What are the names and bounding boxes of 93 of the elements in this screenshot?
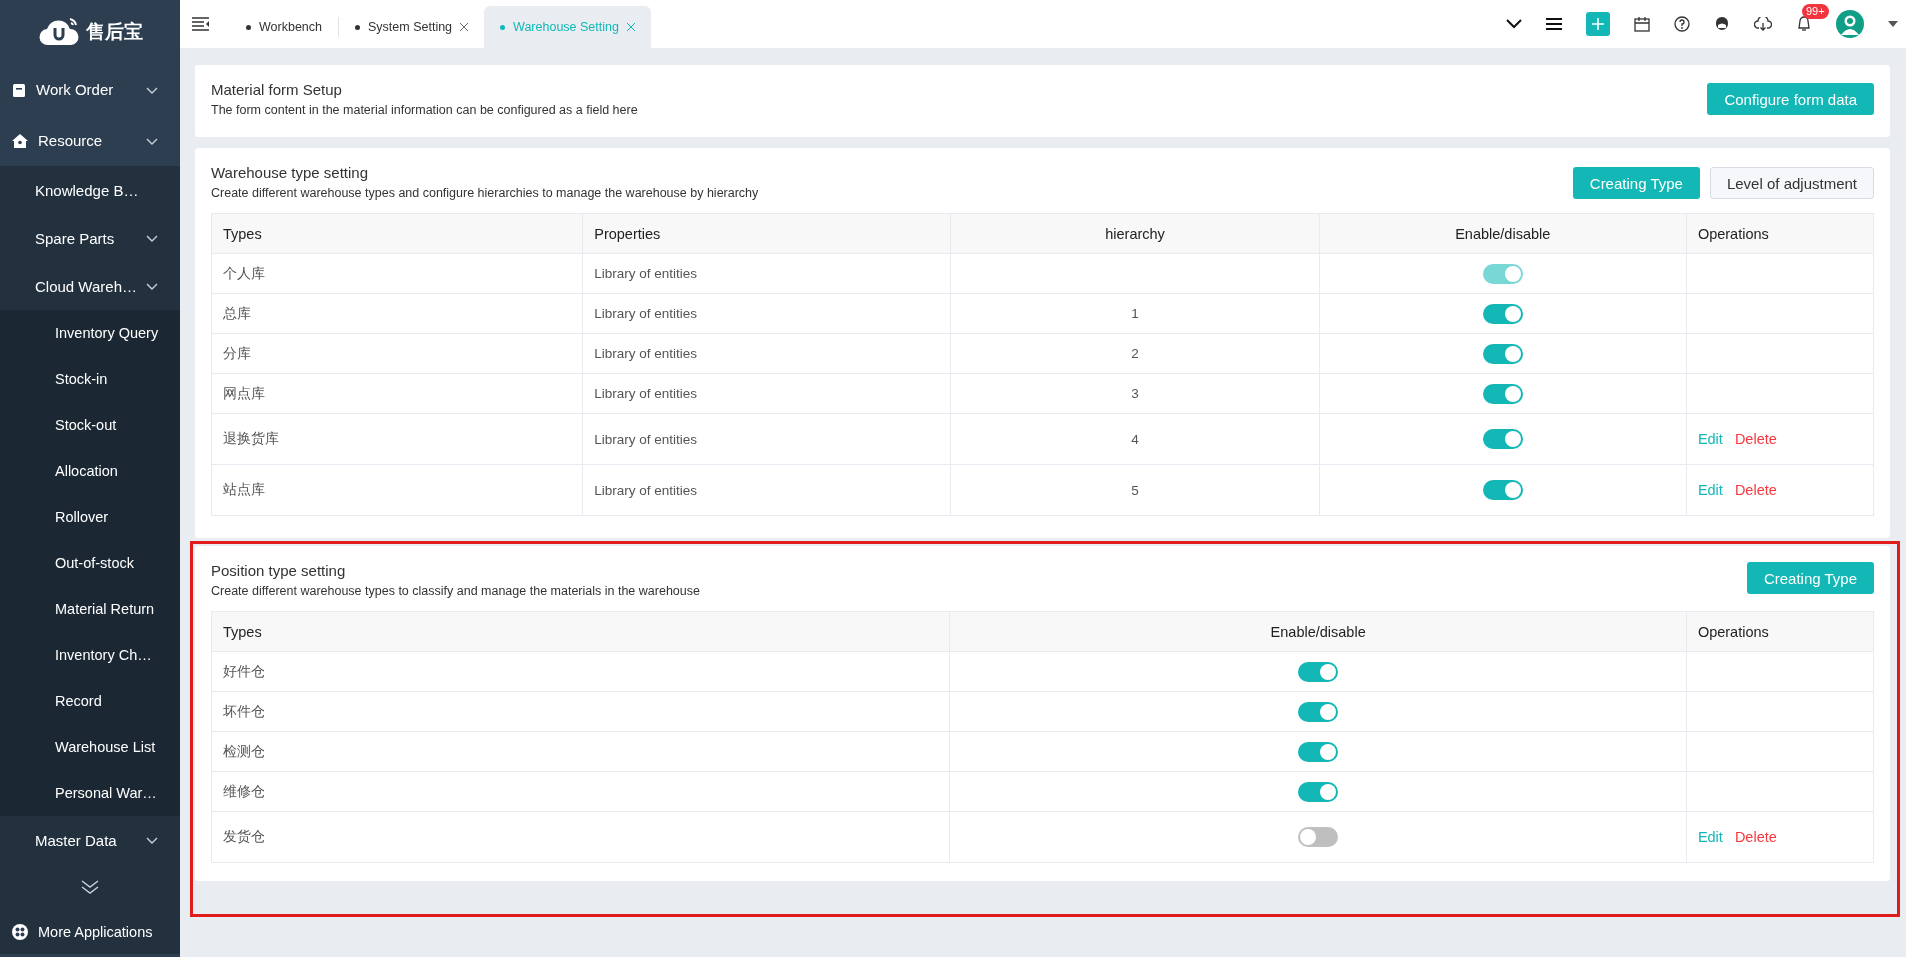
table-cell: 站点库 [212,465,584,516]
table-cell: 维修仓 [212,772,951,812]
table-cell: Library of entities [583,294,952,334]
row-action-link[interactable]: Delete [1734,829,1777,845]
section-description: The form content in the material information can be configured as a field here [211,103,638,117]
toggle-switch[interactable] [1482,383,1523,404]
logo-text: 售后宝 [85,20,143,44]
clipboard-icon [12,82,26,97]
double-chevron-down-icon[interactable] [81,880,99,894]
table-cell: 好件仓 [212,652,951,692]
table-cell: 4 [951,414,1320,465]
table-cell: 分库 [212,334,584,374]
sidebar-item[interactable]: Resource [0,115,180,166]
sidebar-item[interactable]: Spare Parts [0,214,180,262]
person-head-icon[interactable] [1714,16,1730,32]
more-applications-item[interactable]: More Applications [0,910,180,954]
section-description: Create different warehouse types to classify and manage the materials in the warehouse [211,584,700,598]
table-cell: Library of entities [583,254,952,294]
table-cell: 5 [951,465,1320,516]
tab[interactable]: System Setting [339,6,485,48]
table-cell: 坏件仓 [212,692,951,732]
table-cell: 个人库 [212,254,584,294]
action-button[interactable]: Level of adjustment [1709,167,1874,199]
sidebar-item[interactable]: Inventory Ch… [0,632,180,678]
toggle-switch[interactable] [1298,701,1339,722]
table-cell: Library of entities [583,334,952,374]
column-header: hierarchy [951,214,1320,254]
column-header: Properties [583,214,952,254]
section-description: Create different warehouse types and configure hierarchies to manage the warehouse by hierarchy [211,186,759,200]
sidebar-item[interactable]: Inventory Query [0,310,180,356]
column-header: Operations [1686,214,1874,254]
table-cell: 发货仓 [212,812,951,863]
sidebar-item[interactable]: Personal War… [0,770,180,816]
help-icon[interactable] [1674,16,1690,32]
toggle-switch[interactable] [1482,343,1523,364]
cloud-download-icon[interactable] [1754,17,1772,31]
sidebar-item[interactable]: Warehouse List [0,724,180,770]
sidebar-item[interactable]: Knowledge B… [0,166,180,214]
sidebar-item[interactable]: Cloud Wareh… [0,262,180,310]
sidebar-item[interactable]: Allocation [0,448,180,494]
row-action-link[interactable]: Delete [1734,431,1777,447]
avatar-icon[interactable] [1836,10,1864,38]
chevron-down-icon [146,837,158,844]
section-title: Material form Setup [211,81,343,98]
sidebar-item[interactable]: Work Order [0,64,180,115]
column-header: Types [212,612,951,652]
column-header: Enable/disable [1319,214,1687,254]
chevron-down-icon [146,235,158,242]
sidebar-item[interactable]: Rollover [0,494,180,540]
bell-icon[interactable] [1796,16,1812,32]
sidebar-item[interactable]: Material Return [0,586,180,632]
chevron-down-icon[interactable] [1506,19,1522,29]
toggle-switch[interactable] [1298,827,1339,847]
table-cell: Library of entities [583,465,952,516]
toggle-switch[interactable] [1298,661,1339,682]
column-header: Enable/disable [950,612,1687,652]
table-cell: Library of entities [583,414,952,465]
add-icon[interactable] [1586,12,1610,36]
notification-badge: 99+ [1802,4,1829,19]
sidebar-item[interactable]: Record [0,678,180,724]
toggle-switch[interactable] [1482,480,1523,500]
chevron-down-icon [146,86,158,94]
sidebar-item[interactable]: Out-of-stock [0,540,180,586]
table-cell: 退换货库 [212,414,584,465]
table-cell: 3 [951,374,1320,414]
table-cell: 网点库 [212,374,584,414]
column-header: Types [212,214,584,254]
sidebar-item[interactable]: Stock-in [0,356,180,402]
column-header: Operations [1686,612,1874,652]
caret-down-icon[interactable] [1888,21,1898,27]
table-cell: 2 [951,334,1320,374]
close-icon[interactable] [460,23,469,31]
section-title: Position type setting [211,562,347,579]
table-cell: 检测仓 [212,732,951,772]
sidebar-item[interactable]: Stock-out [0,402,180,448]
calendar-icon[interactable] [1634,16,1650,32]
toggle-switch[interactable] [1298,741,1339,762]
chevron-down-icon [146,283,158,290]
house-icon [12,133,28,148]
chevron-down-icon [146,137,158,145]
table-cell: 1 [951,294,1320,334]
sidebar-item[interactable]: Master Data [0,816,180,864]
section-title: Warehouse type setting [211,164,370,181]
toggle-switch[interactable] [1482,429,1523,449]
menu-icon[interactable] [1546,18,1562,30]
table-cell: Library of entities [583,374,952,414]
collapse-menu-icon[interactable] [192,17,210,31]
toggle-switch[interactable] [1298,781,1339,802]
tab[interactable]: Workbench [230,17,339,37]
toggle-switch[interactable] [1482,303,1523,324]
row-action-link[interactable]: Delete [1734,482,1777,498]
table-cell: 总库 [212,294,584,334]
four-dots-icon [12,924,28,940]
